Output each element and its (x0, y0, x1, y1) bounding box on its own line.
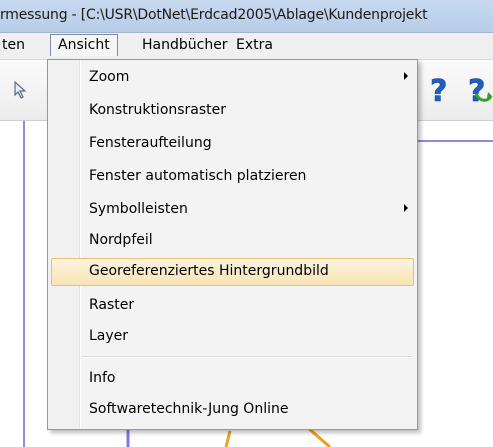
help-refresh-icon[interactable]: ? (466, 74, 493, 106)
menu-item-label: Nordpfeil (89, 232, 153, 248)
menu-item-label: Raster (89, 297, 135, 313)
svg-text:?: ? (430, 74, 447, 106)
menu-handbuecher[interactable]: Handbücher (142, 37, 228, 53)
menu-item-nordpfeil[interactable]: Nordpfeil (51, 227, 414, 255)
menu-item-label: Fenster automatisch platzieren (89, 168, 307, 184)
drawing-line-orange-1 (224, 430, 232, 447)
menu-item-fensteraufteilung[interactable]: Fensteraufteilung (51, 130, 414, 158)
menu-item-label: Fensteraufteilung (89, 135, 212, 151)
menu-extra[interactable]: Extra (236, 37, 273, 53)
menu-item-softwaretechnik-jung-online[interactable]: Softwaretechnik-Jung Online (51, 396, 414, 424)
menu-item-info[interactable]: Info (51, 365, 414, 393)
menu-item-label: Zoom (89, 69, 130, 85)
menu-item-raster[interactable]: Raster (51, 292, 414, 320)
window-title: rmessung - [C:\USR\DotNet\Erdcad2005\Abl… (0, 7, 428, 23)
cursor-arrow-icon[interactable] (13, 81, 29, 99)
menu-ansicht[interactable]: Ansicht (50, 34, 118, 56)
ansicht-dropdown-menu: Zoom Konstruktionsraster Fensteraufteilu… (47, 59, 418, 430)
menu-separator (82, 356, 412, 358)
title-bar: rmessung - [C:\USR\DotNet\Erdcad2005\Abl… (0, 0, 493, 33)
menu-item-label: Symbolleisten (89, 201, 188, 217)
menu-vermessung-partial[interactable]: ten (2, 37, 25, 53)
menu-item-label: Softwaretechnik-Jung Online (89, 401, 289, 417)
menu-item-label: Layer (89, 328, 129, 344)
menu-item-label: Konstruktionsraster (89, 102, 227, 118)
menu-item-fenster-automatisch-platzieren[interactable]: Fenster automatisch platzieren (51, 163, 414, 191)
menu-item-zoom[interactable]: Zoom (51, 64, 414, 92)
menu-item-konstruktionsraster[interactable]: Konstruktionsraster (51, 97, 414, 125)
menu-item-georeferenziertes-hintergrundbild[interactable]: Georeferenziertes Hintergrundbild (51, 258, 414, 286)
menu-item-label: Georeferenziertes Hintergrundbild (89, 263, 329, 279)
menu-item-layer[interactable]: Layer (51, 323, 414, 351)
submenu-arrow-icon (404, 204, 408, 212)
menu-item-symbolleisten[interactable]: Symbolleisten (51, 196, 414, 224)
menu-item-label: Info (89, 370, 116, 386)
submenu-arrow-icon (404, 72, 408, 80)
help-question-icon[interactable]: ? (428, 74, 454, 106)
menu-bar: ten Ansicht Handbücher Extra (0, 33, 493, 60)
